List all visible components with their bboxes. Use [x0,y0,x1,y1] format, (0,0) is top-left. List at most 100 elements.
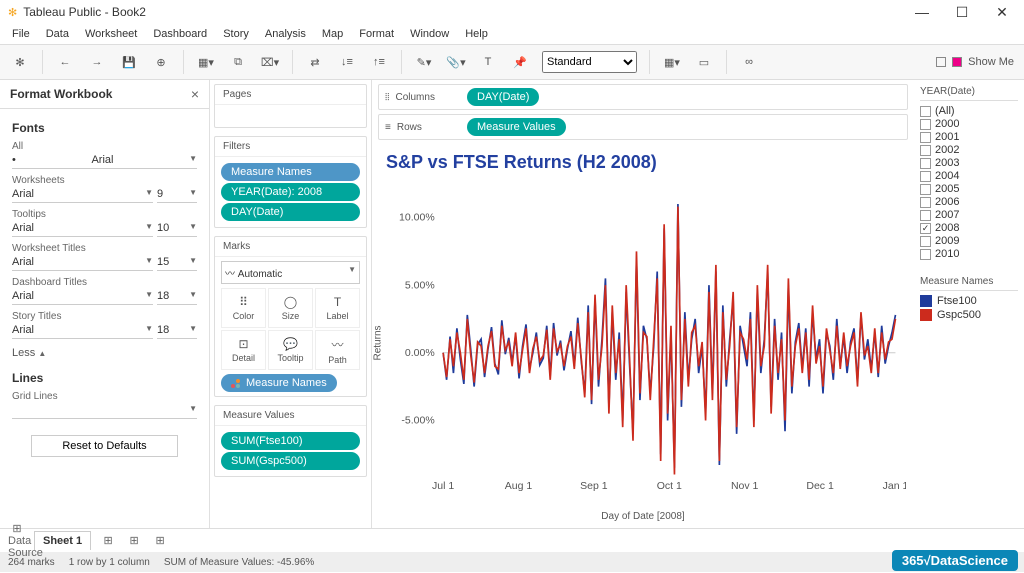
measure-values-title: Measure Values [215,406,366,426]
font-size-select[interactable]: 10▼ [157,220,197,237]
filter-pill[interactable]: DAY(Date) [221,203,360,221]
new-worksheet-tab[interactable]: ⊞ [99,534,117,547]
font-family-select[interactable]: Arial▼ [12,288,153,305]
rows-shelf[interactable]: ≡ Rows Measure Values [378,114,908,140]
legend-title: Measure Names [920,276,1018,291]
year-checkbox-2003[interactable]: 2003 [920,157,1018,169]
save-button[interactable]: 💾 [119,52,139,72]
year-checkbox-2009[interactable]: 2009 [920,235,1018,247]
font-size-select[interactable]: 18▼ [157,322,197,339]
new-story-tab[interactable]: ⊞ [151,534,169,547]
highlight-button[interactable]: ✎▾ [414,52,434,72]
swap-button[interactable]: ⇄ [305,52,325,72]
font-family-select[interactable]: Arial▼ [12,322,153,339]
font-size-select[interactable]: 9▼ [157,186,197,203]
year-checkbox-2010[interactable]: 2010 [920,248,1018,260]
new-data-button[interactable]: ⊕ [151,52,171,72]
font-size-select[interactable]: 15▼ [157,254,197,271]
font-size-select[interactable]: 18▼ [157,288,197,305]
format-close-button[interactable]: × [191,86,199,102]
mark-label[interactable]: TLabel [315,288,360,328]
share-button[interactable]: ∞ [739,52,759,72]
minimize-button[interactable]: — [916,6,928,18]
duplicate-button[interactable]: ⧉ [228,52,248,72]
group-button[interactable]: 📎▾ [446,52,466,72]
mark-size[interactable]: ◯Size [268,288,313,328]
marks-title: Marks [215,237,366,257]
new-dashboard-tab[interactable]: ⊞ [125,534,143,547]
fonts-less[interactable]: Less ▲ [12,347,197,359]
year-checkbox-(All)[interactable]: (All) [920,105,1018,117]
menu-map[interactable]: Map [318,26,347,42]
font-family-select[interactable]: Arial▼ [12,186,153,203]
year-checkbox-2007[interactable]: 2007 [920,209,1018,221]
status-marks: 264 marks [8,557,55,568]
measure-value-pill[interactable]: SUM(Gspc500) [221,452,360,470]
columns-pill-day-date[interactable]: DAY(Date) [467,88,539,106]
svg-text:Jul 1: Jul 1 [432,480,454,492]
mark-color[interactable]: ⠿Color [221,288,266,328]
data-source-tab[interactable]: ⊞ Data Source [8,522,26,559]
menu-analysis[interactable]: Analysis [261,26,310,42]
year-filter-title: YEAR(Date) [920,86,1018,101]
reset-defaults-button[interactable]: Reset to Defaults [31,435,177,457]
legend-item: Gspc500 [920,309,1018,321]
year-checkbox-2005[interactable]: 2005 [920,183,1018,195]
gridlines-select[interactable]: ▼ [12,402,197,419]
menu-dashboard[interactable]: Dashboard [149,26,211,42]
menu-data[interactable]: Data [42,26,73,42]
rows-pill-measure-values[interactable]: Measure Values [467,118,566,136]
cards-button[interactable]: ▦▾ [662,52,682,72]
measure-value-pill[interactable]: SUM(Ftse100) [221,432,360,450]
fit-dropdown[interactable]: Standard [542,51,637,73]
mark-type-select[interactable]: 〰 Automatic ▼ [221,261,360,284]
menu-format[interactable]: Format [355,26,398,42]
chart-canvas[interactable]: -5.00%0.00%5.00%10.00%Jul 1Aug 1Sep 1Oct… [380,177,906,509]
format-title: Format Workbook [10,87,112,101]
year-checkbox-2000[interactable]: 2000 [920,118,1018,130]
right-column: YEAR(Date) (All)200020012002200320042005… [914,80,1024,528]
font-label: Story Titles [12,311,197,322]
gridlines-label: Grid Lines [12,391,197,402]
year-checkbox-2008[interactable]: ✓2008 [920,222,1018,234]
menu-window[interactable]: Window [406,26,453,42]
menu-help[interactable]: Help [461,26,492,42]
new-worksheet-button[interactable]: ▦▾ [196,52,216,72]
maximize-button[interactable]: ☐ [956,6,968,18]
menu-worksheet[interactable]: Worksheet [81,26,141,42]
pin-button[interactable]: 📌 [510,52,530,72]
redo-button[interactable]: → [87,52,107,72]
clear-button[interactable]: ⌧▾ [260,52,280,72]
year-checkbox-2006[interactable]: 2006 [920,196,1018,208]
all-font-select[interactable]: • Arial▼ [12,152,197,169]
year-checkbox-2002[interactable]: 2002 [920,144,1018,156]
fonts-section: Fonts [12,121,197,135]
sort-desc-button[interactable]: ↑≡ [369,52,389,72]
menu-story[interactable]: Story [219,26,253,42]
filter-pill[interactable]: YEAR(Date): 2008 [221,183,360,201]
filter-pill[interactable]: Measure Names [221,163,360,181]
mark-tooltip[interactable]: 💬Tooltip [268,330,313,370]
year-checkbox-2004[interactable]: 2004 [920,170,1018,182]
status-sum: SUM of Measure Values: -45.96% [164,557,314,568]
color-measure-names-pill[interactable]: Measure Names [221,374,337,392]
menu-file[interactable]: File [8,26,34,42]
font-family-select[interactable]: Arial▼ [12,254,153,271]
presentation-button[interactable]: ▭ [694,52,714,72]
columns-shelf[interactable]: ⦙⦙ Columns DAY(Date) [378,84,908,110]
sort-asc-button[interactable]: ↓≡ [337,52,357,72]
rows-icon: ≡ [385,122,391,133]
svg-text:10.00%: 10.00% [399,212,435,224]
undo-button[interactable]: ← [55,52,75,72]
tableau-icon[interactable]: ✻ [10,52,30,72]
labels-button[interactable]: T [478,52,498,72]
close-button[interactable]: ✕ [996,6,1008,18]
font-family-select[interactable]: Arial▼ [12,220,153,237]
mark-path[interactable]: 〰Path [315,330,360,370]
sheet1-tab[interactable]: Sheet 1 [34,531,91,550]
show-me-button[interactable]: Show Me [936,56,1014,68]
brand-badge: 365√DataScience [892,550,1018,571]
mark-detail[interactable]: ⊡Detail [221,330,266,370]
year-checkbox-2001[interactable]: 2001 [920,131,1018,143]
status-bar: 264 marks 1 row by 1 column SUM of Measu… [0,552,1024,572]
